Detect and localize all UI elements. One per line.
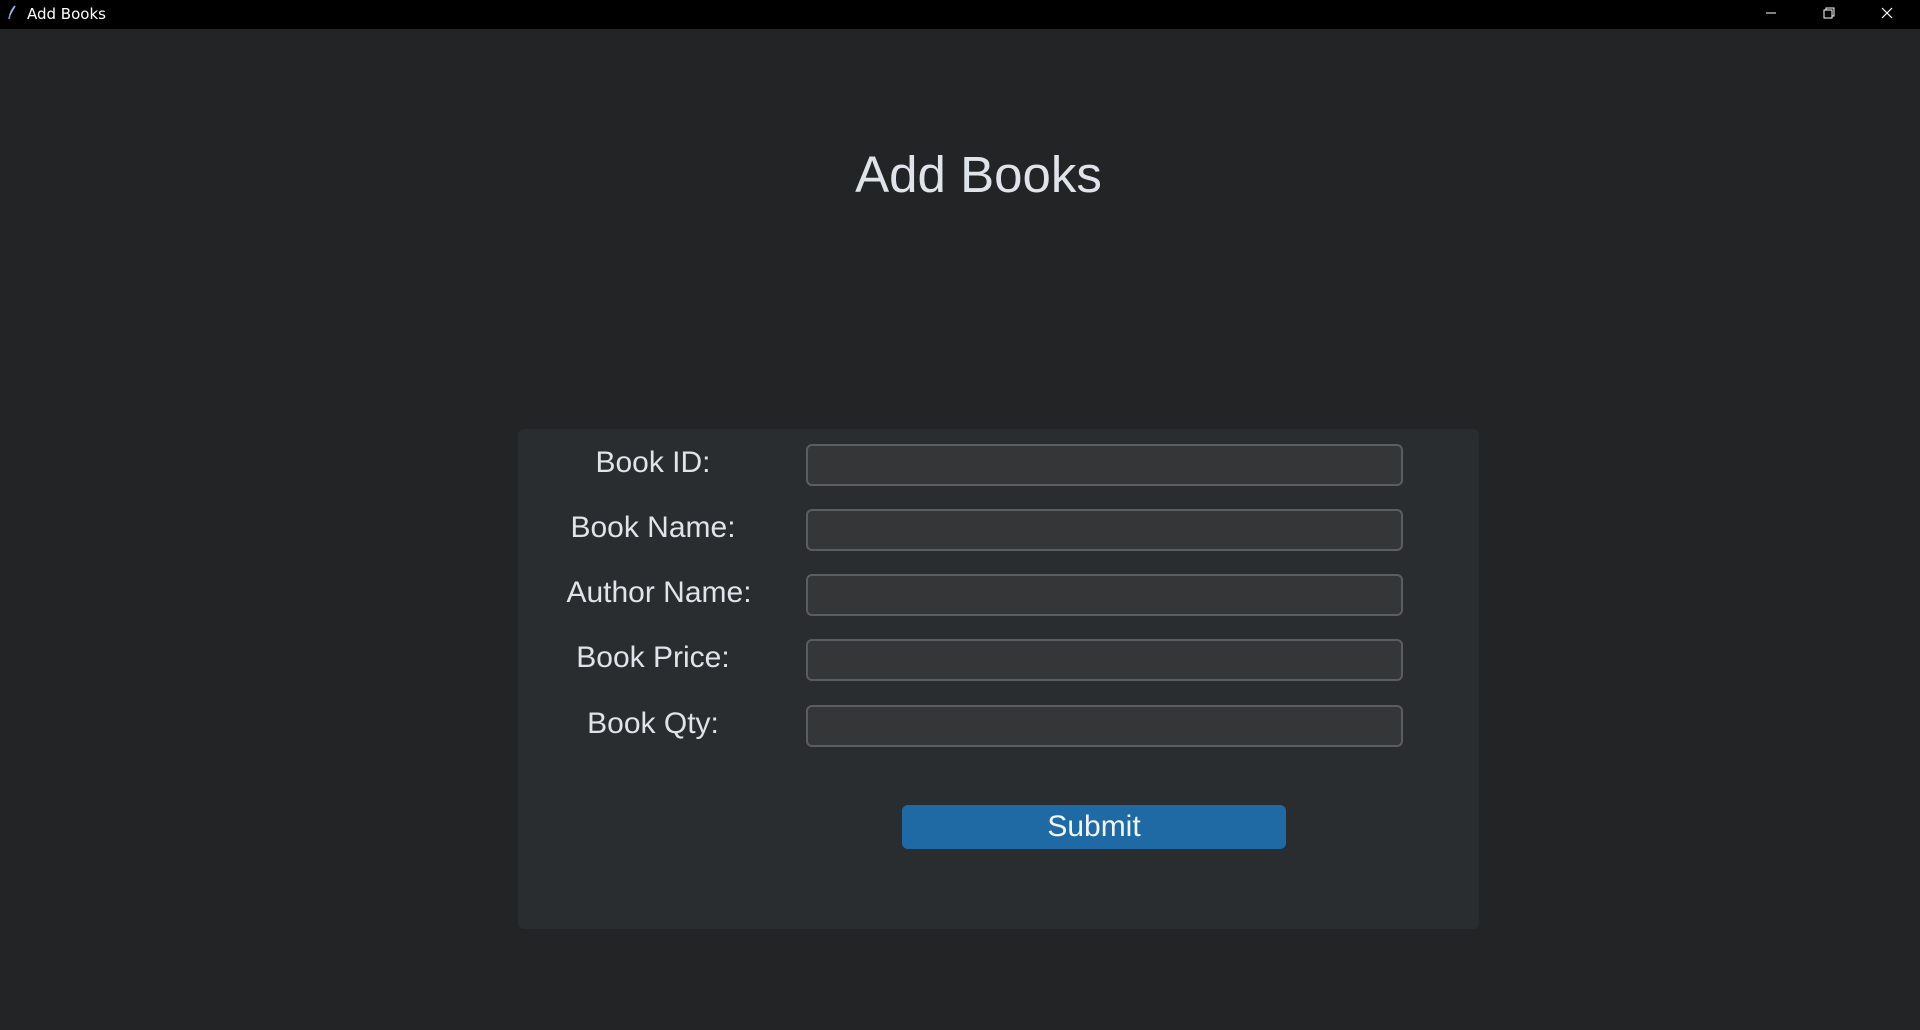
book-price-label: Book Price:: [576, 641, 730, 674]
book-price-input[interactable]: [806, 639, 1403, 681]
book-qty-input[interactable]: [806, 705, 1403, 747]
window-titlebar: Add Books: [0, 0, 1920, 29]
page-title-text: Add Books: [855, 146, 1102, 203]
book-id-input[interactable]: [806, 444, 1403, 486]
submit-button[interactable]: Submit: [902, 805, 1286, 849]
feather-icon: [7, 5, 17, 21]
close-icon: [1881, 6, 1893, 24]
book-name-label: Book Name:: [570, 511, 736, 544]
author-name-input[interactable]: [806, 574, 1403, 616]
window-title: Add Books: [27, 5, 106, 23]
page-title: Add Books: [0, 145, 1920, 205]
author-name-label: Author Name:: [566, 576, 752, 609]
book-name-input[interactable]: [806, 509, 1403, 551]
book-id-label: Book ID:: [595, 446, 711, 479]
restore-button[interactable]: [1800, 0, 1858, 29]
minimize-button[interactable]: [1742, 0, 1800, 29]
minimize-icon: [1765, 6, 1777, 24]
book-qty-label: Book Qty:: [587, 707, 719, 740]
close-button[interactable]: [1858, 0, 1916, 29]
restore-icon: [1823, 6, 1835, 24]
